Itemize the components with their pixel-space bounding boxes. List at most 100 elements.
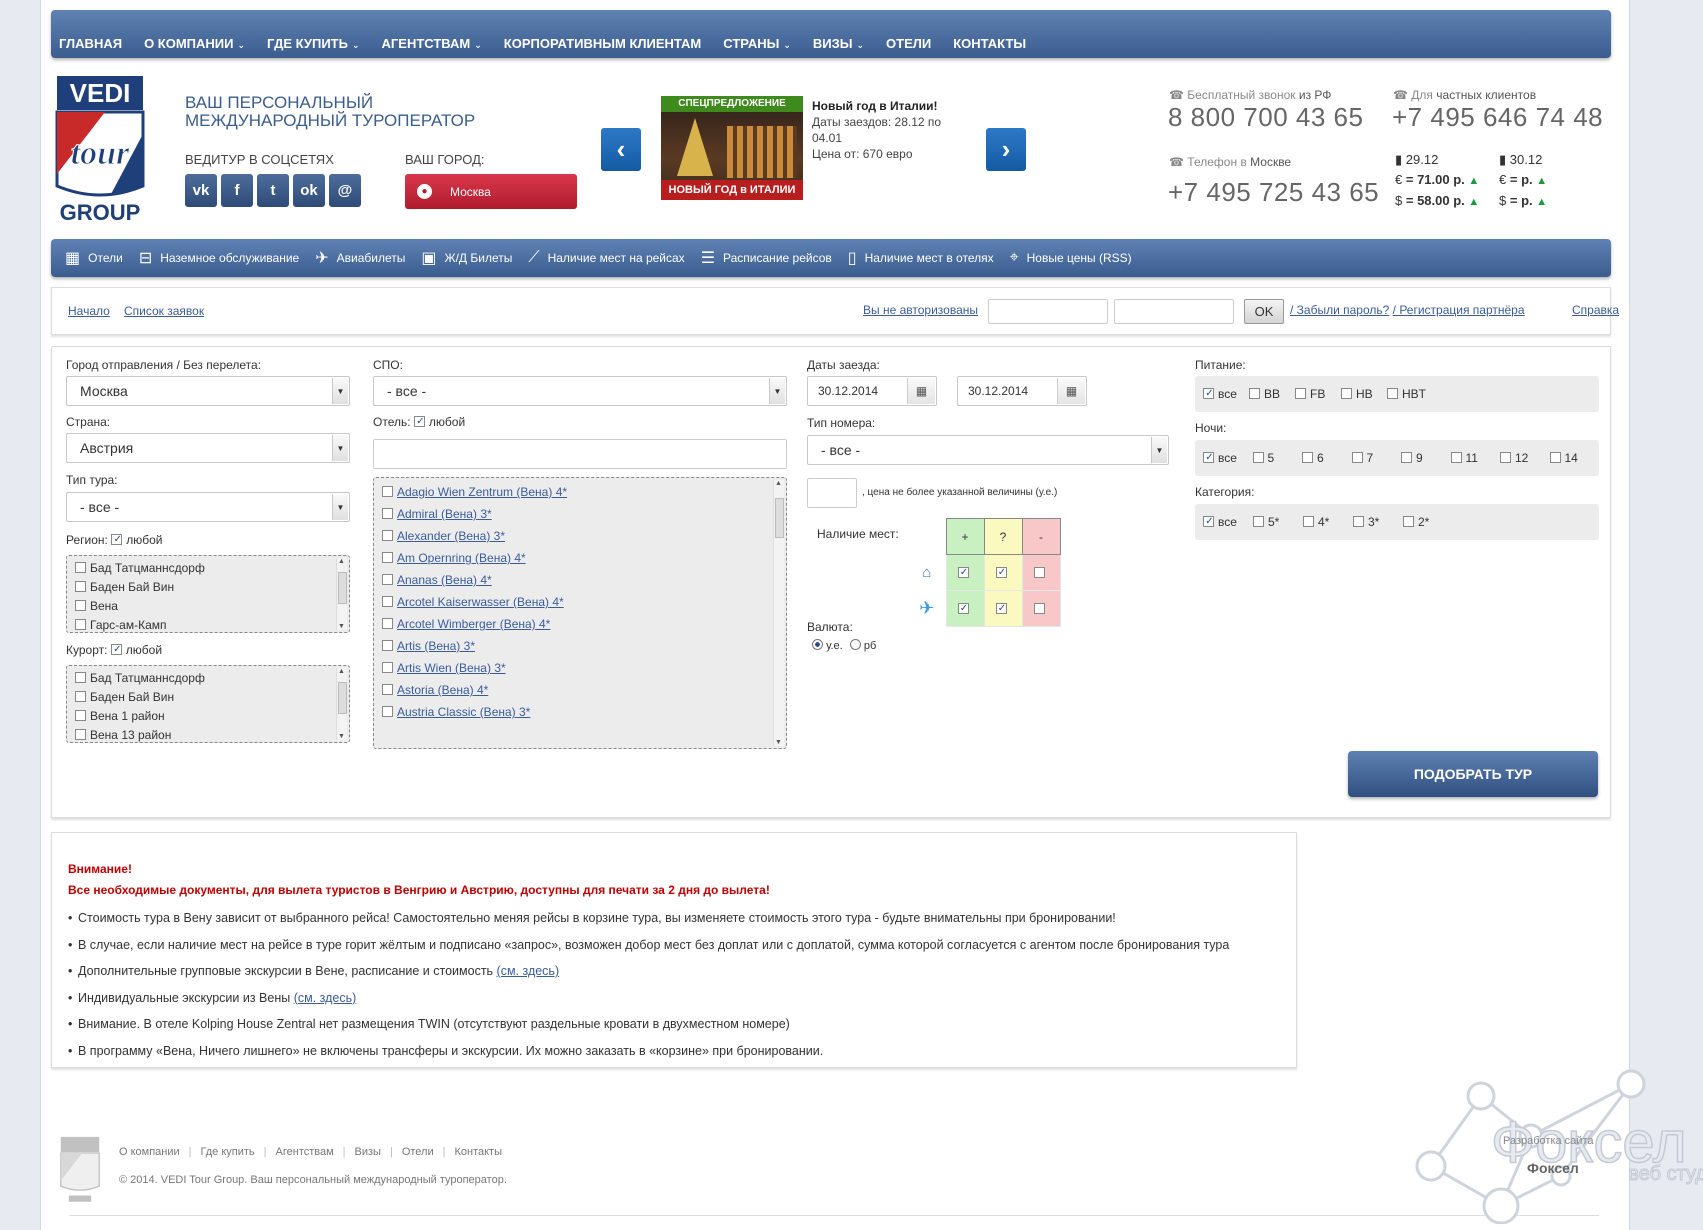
foxcel-watermark[interactable]: Фоксел веб студия Разработка сайта Фоксе…	[1411, 1066, 1703, 1225]
list-item[interactable]: Бад Татцманнсдорф	[67, 559, 349, 578]
option-checkbox[interactable]	[1450, 452, 1462, 463]
see-here-link[interactable]: (см. здесь)	[497, 964, 560, 978]
promo-text[interactable]: Новый год в Италии! Даты заездов: 28.12 …	[812, 98, 952, 162]
option-meals[interactable]: все	[1203, 387, 1249, 401]
footer-link[interactable]: Где купить	[201, 1146, 255, 1158]
nav-item[interactable]: Отели	[886, 36, 931, 51]
flight-avail-no-checkbox[interactable]	[1033, 602, 1045, 614]
find-tour-button[interactable]: ПОДОБРАТЬ ТУР	[1348, 751, 1598, 797]
option-checkbox[interactable]	[1203, 452, 1215, 464]
password-input[interactable]	[1114, 299, 1234, 324]
service-link[interactable]: ☰ Расписание рейсов	[701, 248, 832, 268]
option-nights[interactable]: 5	[1252, 451, 1303, 465]
option-meals[interactable]: FB	[1295, 387, 1341, 401]
list-item-checkbox[interactable]	[382, 684, 393, 695]
footer-link[interactable]: Отели	[402, 1146, 434, 1158]
help-link[interactable]: Справка	[1572, 303, 1619, 317]
footer-link[interactable]: О компании	[119, 1146, 180, 1158]
option-nights[interactable]: 6	[1302, 451, 1352, 465]
country-select[interactable]: Австрия ▼	[66, 433, 350, 463]
list-item-checkbox[interactable]	[75, 562, 86, 573]
list-item[interactable]: Баден Бай Вин	[67, 578, 349, 597]
list-item[interactable]: Вена 13 район	[67, 726, 349, 742]
list-item-label[interactable]: Arcotel Wimberger (Вена) 4*	[397, 617, 550, 631]
list-item-checkbox[interactable]	[382, 618, 393, 629]
option-nights[interactable]: 7	[1351, 451, 1402, 465]
scrollbar[interactable]: ▲ ▼	[336, 558, 347, 630]
list-item-checkbox[interactable]	[382, 574, 393, 585]
option-checkbox[interactable]	[1253, 516, 1264, 527]
option-checkbox[interactable]	[1353, 516, 1364, 527]
list-item-label[interactable]: Austria Classic (Вена) 3*	[397, 705, 530, 719]
list-item-checkbox[interactable]	[75, 691, 86, 702]
calendar-icon[interactable]: ▦	[907, 378, 935, 404]
option-checkbox[interactable]	[1341, 388, 1352, 399]
odnoklassniki-icon[interactable]: ok	[293, 174, 325, 207]
region-list[interactable]: Бад Татцманнсдорф Баден Бай Вин Вена Гарс-а…	[66, 555, 350, 633]
option-checkbox[interactable]	[1203, 388, 1215, 400]
login-ok-button[interactable]: OK	[1244, 299, 1284, 324]
list-item[interactable]: Austria Classic (Вена) 3*	[374, 701, 786, 723]
city-select-button[interactable]: ● Москва	[405, 174, 577, 209]
hotel-search-input[interactable]	[373, 439, 787, 469]
resort-any-checkbox[interactable]	[110, 644, 123, 656]
option-cats[interactable]: 5*	[1253, 515, 1303, 529]
footer-link[interactable]: Визы	[355, 1146, 381, 1158]
list-item[interactable]: Arcotel Wimberger (Вена) 4*	[374, 613, 786, 635]
service-link[interactable]: ⟋ Наличие мест на рейсах	[528, 249, 684, 267]
footer-link[interactable]: Агентствам	[276, 1146, 334, 1158]
list-item-label[interactable]: Ananas (Вена) 4*	[397, 573, 492, 587]
list-item[interactable]: Astoria (Вена) 4*	[374, 679, 786, 701]
hotel-list[interactable]: Adagio Wien Zentrum (Вена) 4* Admiral (Ве…	[373, 477, 787, 749]
list-item[interactable]: Бад Татцманнсдорф	[67, 669, 349, 688]
list-item-checkbox[interactable]	[382, 706, 393, 717]
service-link[interactable]: ▣ Ж/Д Билеты	[421, 248, 512, 268]
list-item-checkbox[interactable]	[382, 530, 393, 541]
calendar-icon[interactable]: ▦	[1057, 378, 1085, 404]
nav-item[interactable]: О компании ⌄	[144, 36, 245, 51]
forgot-password-link[interactable]: / Забыли пароль?	[1290, 303, 1389, 317]
tour-type-select[interactable]: - все - ▼	[66, 492, 350, 522]
list-item[interactable]: Вена 1 район	[67, 707, 349, 726]
option-meals[interactable]: BB	[1249, 387, 1295, 401]
option-checkbox[interactable]	[1403, 516, 1414, 527]
option-checkbox[interactable]	[1549, 452, 1561, 463]
list-item-checkbox[interactable]	[75, 581, 86, 592]
list-item-checkbox[interactable]	[382, 640, 393, 651]
hotel-avail-request-checkbox[interactable]	[995, 566, 1008, 579]
resort-list[interactable]: Бад Татцманнсдорф Баден Бай Вин Вена 1 рай…	[66, 665, 350, 743]
option-cats[interactable]: 4*	[1303, 515, 1353, 529]
departure-city-select[interactable]: Москва ▼	[66, 376, 350, 406]
region-any-checkbox[interactable]	[111, 534, 123, 546]
flight-avail-request-checkbox[interactable]	[995, 602, 1008, 615]
service-link[interactable]: ▯ Наличие мест в отелях	[848, 248, 994, 268]
option-nights[interactable]: 12	[1500, 451, 1550, 465]
option-checkbox[interactable]	[1295, 388, 1306, 399]
nav-item[interactable]: Корпоративным клиентам	[504, 36, 701, 51]
list-item-checkbox[interactable]	[382, 662, 393, 673]
option-cats[interactable]: 2*	[1403, 515, 1453, 529]
list-item[interactable]: Adagio Wien Zentrum (Вена) 4*	[374, 481, 786, 503]
vedi-logo[interactable]: VEDI tour GROUP	[55, 74, 145, 226]
option-checkbox[interactable]	[1303, 516, 1314, 527]
hotel-avail-yes-checkbox[interactable]	[957, 566, 970, 579]
list-item[interactable]: Artis (Вена) 3*	[374, 635, 786, 657]
promo-title[interactable]: Новый год в Италии!	[812, 98, 952, 114]
option-meals[interactable]: HB	[1341, 387, 1387, 401]
list-item[interactable]: Arcotel Kaiserwasser (Вена) 4*	[374, 591, 786, 613]
list-item-checkbox[interactable]	[382, 508, 393, 519]
list-item-label[interactable]: Adagio Wien Zentrum (Вена) 4*	[397, 485, 567, 499]
max-price-input[interactable]	[807, 478, 857, 508]
not-authorized-link[interactable]: Вы не авторизованы	[863, 303, 978, 317]
hotel-avail-no-checkbox[interactable]	[1033, 566, 1045, 578]
list-item-checkbox[interactable]	[382, 552, 393, 563]
list-item[interactable]: Artis Wien (Вена) 3*	[374, 657, 786, 679]
nav-item[interactable]: Контакты	[953, 36, 1026, 51]
flight-avail-yes-checkbox[interactable]	[957, 602, 970, 615]
option-cats[interactable]: 3*	[1353, 515, 1403, 529]
list-item[interactable]: Admiral (Вена) 3*	[374, 503, 786, 525]
facebook-icon[interactable]: f	[221, 174, 253, 207]
option-checkbox[interactable]	[1249, 388, 1260, 399]
nav-item[interactable]: Страны ⌄	[723, 36, 791, 51]
list-item-label[interactable]: Alexander (Вена) 3*	[397, 529, 505, 543]
